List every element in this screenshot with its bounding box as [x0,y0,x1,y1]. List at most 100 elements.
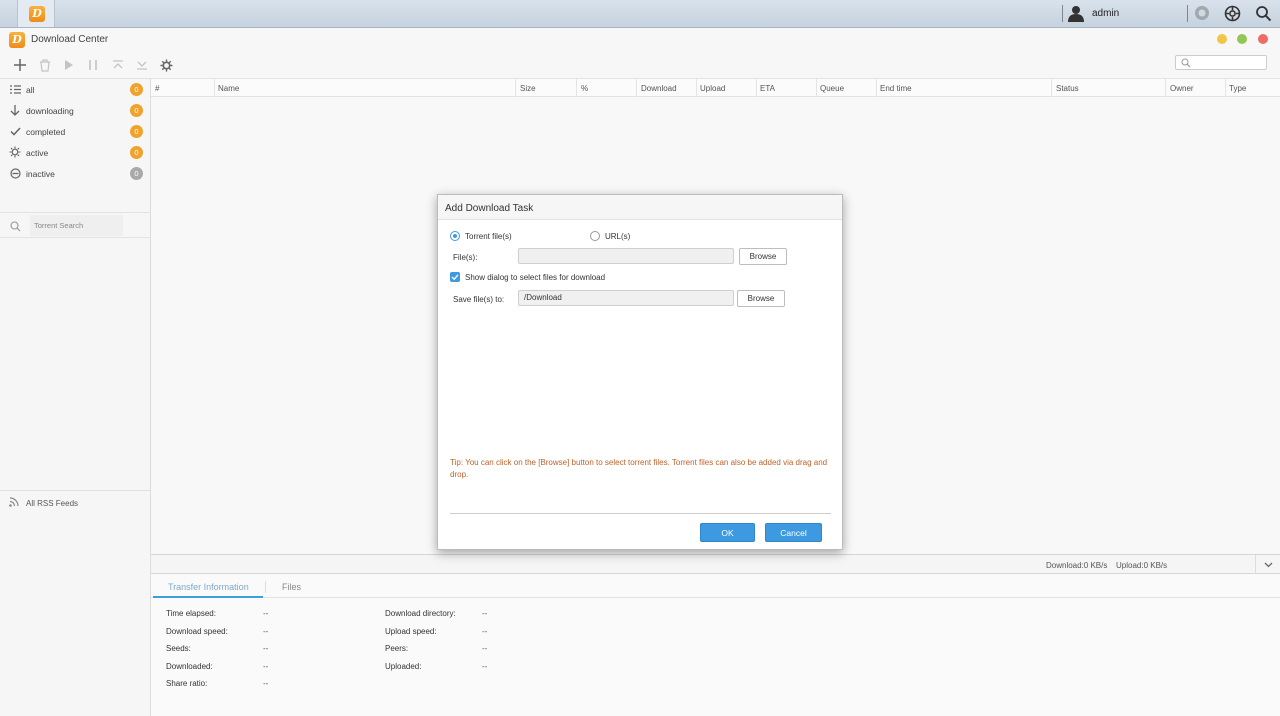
rss-label: All RSS Feeds [26,499,79,508]
sidebar-item-label: all [26,85,35,95]
save-browse-button[interactable]: Browse [737,290,785,307]
count-badge: 0 [130,146,143,159]
show-dialog-label[interactable]: Show dialog to select files for download [465,273,605,282]
add-download-task-dialog: Add Download Task Torrent file(s) URL(s)… [437,194,843,550]
info-label-upload-speed: Upload speed: [385,627,437,636]
column-separator [876,79,877,97]
column-header-queue[interactable]: Queue [820,84,844,93]
info-label-seeds: Seeds: [166,644,191,653]
close-button[interactable] [1258,34,1268,44]
dialog-divider [450,513,831,514]
window-title: Download Center [31,34,109,45]
gear-icon [160,59,172,71]
count-badge: 0 [130,167,143,180]
minimize-button[interactable] [1217,34,1227,44]
torrent-files-radio[interactable] [450,231,460,241]
check-icon [9,125,21,137]
column-header-type[interactable]: Type [1229,84,1246,93]
table-header: # Name Size % Download Upload ETA Queue … [151,78,1280,97]
column-header-status[interactable]: Status [1056,84,1079,93]
taskbar-download-center-button[interactable]: D [17,0,55,27]
move-to-top-button[interactable] [110,57,126,73]
pause-icon [89,60,97,70]
topbar-divider [1062,5,1063,22]
dialog-title: Add Download Task [445,203,534,214]
column-header-size[interactable]: Size [520,84,536,93]
ok-button[interactable]: OK [700,523,755,542]
search-icon[interactable] [1255,5,1272,22]
info-value-downloaded: -- [263,662,269,671]
column-header-upload[interactable]: Upload [700,84,725,93]
count-badge: 0 [130,125,143,138]
upload-speed-status: Upload:0 KB/s [1116,561,1168,570]
info-value-peers: -- [482,644,488,653]
play-icon [65,60,73,70]
column-header-number[interactable]: # [155,84,159,93]
torrent-search: Torrent Search [0,212,150,238]
files-browse-button[interactable]: Browse [739,248,787,265]
sidebar-item-downloading[interactable]: downloading 0 [0,100,150,121]
user-icon[interactable] [1067,5,1085,22]
dialog-title-bar[interactable]: Add Download Task [438,195,842,220]
tab-transfer-information[interactable]: Transfer Information [168,582,249,592]
info-value-seeds: -- [263,644,269,653]
window-title-bar[interactable]: D Download Center [0,28,1280,52]
add-task-button[interactable] [12,57,28,73]
resume-button[interactable] [61,57,77,73]
column-separator [1051,79,1052,97]
notification-icon[interactable] [1194,5,1210,21]
sidebar-item-rss-feeds[interactable]: All RSS Feeds [0,490,150,512]
sidebar-item-completed[interactable]: completed 0 [0,121,150,142]
detail-tabs: Transfer Information Files [151,574,1280,598]
user-name[interactable]: admin [1092,8,1119,19]
column-header-end-time[interactable]: End time [880,84,912,93]
column-separator [1225,79,1226,97]
tip-text: Tip: You can click on the [Browse] butto… [450,458,828,479]
info-label-uploaded: Uploaded: [385,662,422,671]
settings-button[interactable] [158,57,174,73]
info-label-download-directory: Download directory: [385,609,456,618]
save-to-input[interactable]: /Download [518,290,734,306]
sidebar-item-all[interactable]: all 0 [0,79,150,100]
options-icon[interactable] [1224,5,1241,22]
column-separator [696,79,697,97]
sidebar-item-label: completed [26,127,66,137]
sidebar-item-active[interactable]: active 0 [0,142,150,163]
sidebar-item-label: downloading [26,106,74,116]
delete-task-button[interactable] [37,57,53,73]
files-input[interactable] [518,248,734,264]
show-dialog-checkbox[interactable] [450,272,460,282]
search-icon [10,221,21,232]
info-value-download-directory: -- [482,609,488,618]
download-speed-status: Download:0 KB/s [1046,561,1108,570]
urls-label[interactable]: URL(s) [605,232,630,241]
column-header-name[interactable]: Name [218,84,239,93]
minus-circle-icon [9,167,21,179]
collapse-panel-button[interactable] [1255,555,1280,574]
maximize-button[interactable] [1237,34,1247,44]
tab-divider [265,581,266,593]
column-header-percent[interactable]: % [581,84,588,93]
gear-icon [9,146,21,158]
sidebar-item-label: inactive [26,169,55,179]
download-center-logo-icon: D [29,6,45,22]
count-badge: 0 [130,83,143,96]
column-header-download[interactable]: Download [641,84,677,93]
sidebar-item-inactive[interactable]: inactive 0 [0,163,150,184]
move-to-bottom-button[interactable] [134,57,150,73]
info-label-downloaded: Downloaded: [166,662,213,671]
column-header-owner[interactable]: Owner [1170,84,1194,93]
torrent-files-label[interactable]: Torrent file(s) [465,232,512,241]
column-separator [1165,79,1166,97]
cancel-button[interactable]: Cancel [765,523,822,542]
chevron-down-icon [1264,562,1272,567]
tab-files[interactable]: Files [282,582,301,592]
column-header-eta[interactable]: ETA [760,84,775,93]
torrent-search-input[interactable]: Torrent Search [30,215,123,236]
topbar-divider [1187,5,1188,22]
task-search-input[interactable] [1175,55,1267,70]
pause-button[interactable] [85,57,101,73]
urls-radio[interactable] [590,231,600,241]
info-value-upload-speed: -- [482,627,488,636]
count-badge: 0 [130,104,143,117]
